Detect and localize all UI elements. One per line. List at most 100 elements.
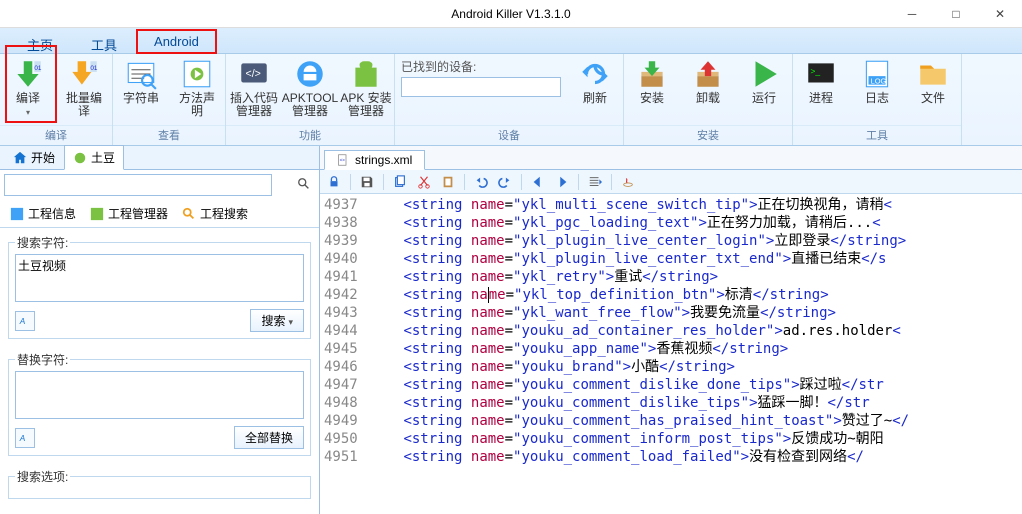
device-dropdown[interactable] (401, 77, 561, 97)
xml-file-icon: <> (337, 154, 349, 166)
ribbon-compile-multi-button[interactable]: 01批量编译 (56, 54, 112, 125)
tab-tools[interactable]: 工具 (72, 29, 136, 54)
code-line[interactable]: <string name="ykl_plugin_live_center_txt… (370, 250, 909, 268)
code-line[interactable]: <string name="youku_brand">小酷</string> (370, 358, 909, 376)
replace-all-button[interactable]: 全部替换 (234, 426, 304, 449)
code-line[interactable]: <string name="ykl_plugin_live_center_log… (370, 232, 909, 250)
ribbon-group-label: 功能 (226, 125, 394, 145)
ribbon-apktool-button[interactable]: APKTOOL管理器 (282, 54, 338, 125)
ribbon-install-button[interactable]: 安装 (624, 54, 680, 125)
cut-icon[interactable] (414, 172, 434, 192)
line-number: 4946 (324, 358, 358, 376)
svg-text:LOG: LOG (871, 77, 887, 86)
search-string-label: 搜索字符: (15, 234, 70, 251)
line-number: 4948 (324, 394, 358, 412)
replace-string-textarea[interactable] (15, 371, 304, 419)
replace-string-label: 替换字符: (15, 351, 70, 368)
search-button[interactable]: 搜索▾ (250, 309, 304, 332)
ribbon-files-button[interactable]: 文件 (905, 54, 961, 125)
ribbon-group-label: 工具 (793, 125, 961, 145)
minimize-button[interactable]: ─ (890, 0, 934, 28)
code-line[interactable]: <string name="ykl_retry">重试</string> (370, 268, 909, 286)
code-line[interactable]: <string name="youku_comment_dislike_tips… (370, 394, 909, 412)
refresh-icon (578, 58, 612, 90)
left-tab-project[interactable]: 土豆 (64, 145, 124, 170)
code-line[interactable]: <string name="ykl_pgc_loading_text">正在努力… (370, 214, 909, 232)
search-string-textarea[interactable]: 土豆视频 (15, 254, 304, 302)
search-options-label: 搜索选项: (15, 468, 70, 485)
ribbon-strings-button[interactable]: 字符串 (113, 54, 169, 125)
code-line[interactable]: <string name="ykl_top_definition_btn">标清… (370, 286, 909, 304)
redo-icon[interactable] (495, 172, 515, 192)
subtab-project-search[interactable]: 工程搜索 (176, 202, 254, 225)
code-line[interactable]: <string name="youku_comment_dislike_done… (370, 376, 909, 394)
ribbon-refresh-button[interactable]: 刷新 (567, 54, 623, 125)
ribbon-group-label: 编译 (0, 125, 112, 145)
run-icon (747, 58, 781, 90)
code-line[interactable]: <string name="ykl_want_free_flow">我要免流量<… (370, 304, 909, 322)
lock-icon[interactable] (324, 172, 344, 192)
compile-multi-icon: 01 (67, 58, 101, 90)
close-button[interactable]: ✕ (978, 0, 1022, 28)
window-title: Android Killer V1.3.1.0 (451, 7, 570, 21)
back-icon[interactable] (528, 172, 548, 192)
svg-text:01: 01 (34, 65, 42, 72)
install-icon (635, 58, 669, 90)
ribbon-methods-button[interactable]: 方法声明 (169, 54, 225, 125)
maximize-button[interactable]: □ (934, 0, 978, 28)
line-number: 4941 (324, 268, 358, 286)
search-font-button[interactable]: A (15, 311, 35, 331)
line-number: 4945 (324, 340, 358, 358)
java-icon[interactable] (618, 172, 638, 192)
search-icon (182, 207, 196, 221)
ribbon-process-button[interactable]: >_进程 (793, 54, 849, 125)
subtab-project-info[interactable]: 工程信息 (4, 202, 82, 225)
code-line[interactable]: <string name="youku_comment_inform_post_… (370, 430, 909, 448)
svg-text:A: A (19, 434, 26, 443)
svg-text:<>: <> (340, 158, 346, 163)
ribbon-group-label: 设备 (395, 125, 623, 145)
copy-icon[interactable] (390, 172, 410, 192)
line-number: 4938 (324, 214, 358, 232)
search-icon[interactable] (297, 177, 311, 194)
goto-line-icon[interactable] (585, 172, 605, 192)
methods-icon (180, 58, 214, 90)
ribbon-run-button[interactable]: 运行 (736, 54, 792, 125)
paste-icon[interactable] (438, 172, 458, 192)
line-number: 4949 (324, 412, 358, 430)
line-number: 4944 (324, 322, 358, 340)
device-label: 已找到的设备: (401, 58, 561, 75)
ribbon-apk-install-button[interactable]: APK 安装管理器 (338, 54, 394, 125)
tab-home[interactable]: 主页 (8, 29, 72, 54)
ribbon-log-button[interactable]: LOG日志 (849, 54, 905, 125)
line-number: 4942 (324, 286, 358, 304)
ribbon-code-mgr-button[interactable]: </>插入代码管理器 (226, 54, 282, 125)
code-line[interactable]: <string name="youku_comment_load_failed"… (370, 448, 909, 466)
file-tab-strings-xml[interactable]: <> strings.xml (324, 150, 425, 170)
tab-android[interactable]: Android (136, 29, 217, 54)
line-number: 4940 (324, 250, 358, 268)
ribbon-uninstall-button[interactable]: 卸载 (680, 54, 736, 125)
ribbon-compile-down-button[interactable]: 01编译▾ (0, 54, 56, 125)
info-icon (10, 207, 24, 221)
svg-text:>_: >_ (810, 66, 820, 76)
uninstall-icon (691, 58, 725, 90)
code-mgr-icon: </> (237, 58, 271, 90)
project-filter-input[interactable] (4, 174, 272, 196)
ribbon-group-label: 查看 (113, 125, 225, 145)
replace-font-button[interactable]: A (15, 428, 35, 448)
code-line[interactable]: <string name="youku_ad_container_res_hol… (370, 322, 909, 340)
log-icon: LOG (860, 58, 894, 90)
save-icon[interactable] (357, 172, 377, 192)
undo-icon[interactable] (471, 172, 491, 192)
code-line[interactable]: <string name="ykl_multi_scene_switch_tip… (370, 196, 909, 214)
left-tab-start[interactable]: 开始 (4, 145, 64, 170)
line-number: 4951 (324, 448, 358, 466)
code-line[interactable]: <string name="youku_app_name">香蕉视频</stri… (370, 340, 909, 358)
android-icon (73, 151, 87, 165)
subtab-project-mgr[interactable]: 工程管理器 (84, 202, 174, 225)
code-line[interactable]: <string name="youku_comment_has_praised_… (370, 412, 909, 430)
forward-icon[interactable] (552, 172, 572, 192)
ribbon-group-label: 安装 (624, 125, 792, 145)
svg-text:01: 01 (90, 65, 98, 72)
